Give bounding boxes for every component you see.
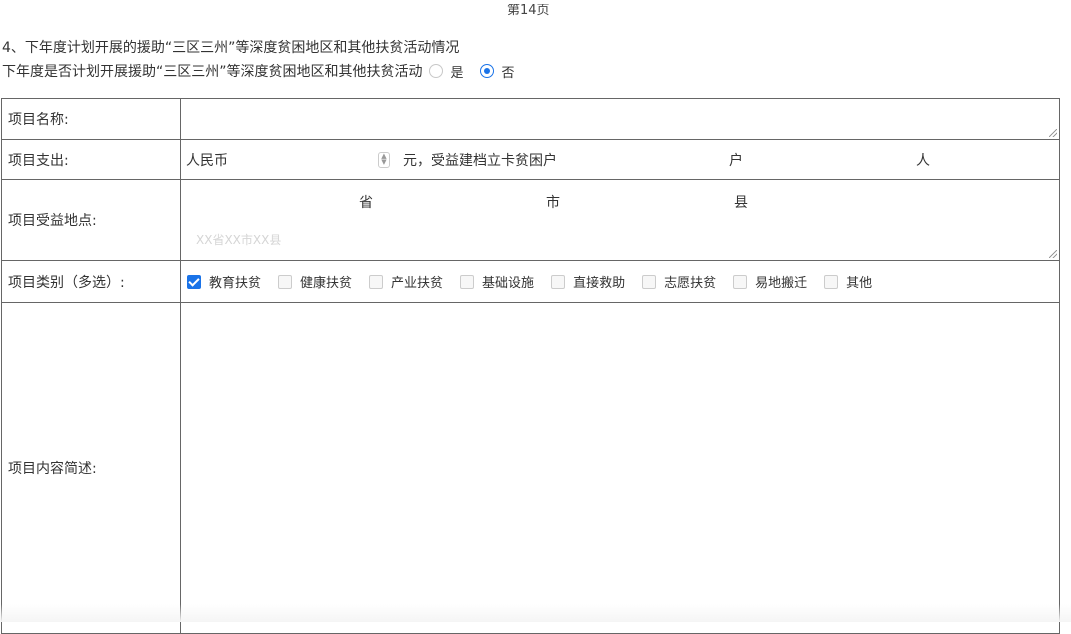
page-number: 第14页	[507, 4, 550, 18]
radio-yes-circle[interactable]	[428, 64, 443, 78]
project-location-field[interactable]: 省 市 县 XX省XX市XX县	[180, 179, 1060, 261]
category-checkbox[interactable]	[278, 274, 293, 289]
project-expense-field: 人民币 ▲ ▼ 元，受益建档立卡贫困户 户 人	[180, 139, 1060, 180]
amount-unit-text: 元，受益建档立卡贫困户	[403, 152, 557, 169]
category-checkbox[interactable]	[642, 274, 657, 289]
currency-label: 人民币	[186, 152, 228, 169]
radio-yes[interactable]: 是	[428, 62, 464, 81]
category-checkbox[interactable]	[460, 274, 475, 289]
category-option[interactable]: 直接救助	[551, 272, 625, 291]
category-option[interactable]: 基础设施	[460, 272, 534, 291]
category-label: 易地搬迁	[755, 276, 808, 291]
category-label: 其他	[846, 276, 873, 291]
location-placeholder: XX省XX市XX县	[196, 233, 282, 247]
household-unit: 户	[729, 152, 743, 169]
category-option[interactable]: 其他	[824, 272, 872, 291]
project-name-textarea[interactable]	[181, 99, 1059, 139]
plan-question-text: 下年度是否计划开展援助“三区三州”等深度贫困地区和其他扶贫活动	[2, 64, 423, 80]
household-input[interactable]	[557, 150, 729, 170]
category-checkbox[interactable]	[551, 274, 566, 289]
province-label: 省	[359, 195, 373, 211]
category-label: 产业扶贫	[391, 276, 444, 291]
category-checkbox[interactable]	[369, 274, 384, 289]
category-option[interactable]: 教育扶贫	[187, 272, 261, 291]
amount-input[interactable]	[228, 150, 378, 170]
person-unit: 人	[916, 152, 930, 169]
project-form: 项目名称: 项目支出: 人民币 ▲ ▼ 元，受益建档立卡贫困户 户 人 项目受益地…	[1, 98, 1060, 634]
city-label: 市	[546, 195, 560, 211]
radio-yes-label: 是	[450, 65, 464, 81]
radio-no-circle[interactable]	[479, 64, 494, 78]
category-label: 基础设施	[482, 276, 535, 291]
category-checkbox[interactable]	[733, 274, 748, 289]
radio-no-label: 否	[501, 65, 515, 81]
project-description-textarea[interactable]	[181, 303, 1059, 633]
bottom-fade	[0, 604, 1071, 622]
plan-question: 下年度是否计划开展援助“三区三州”等深度贫困地区和其他扶贫活动 是 否	[2, 61, 515, 81]
project-description-field[interactable]	[180, 302, 1060, 634]
project-name-label: 项目名称:	[1, 98, 181, 140]
project-expense-label: 项目支出:	[1, 139, 181, 180]
category-option[interactable]: 健康扶贫	[278, 272, 352, 291]
resize-handle-icon[interactable]	[1049, 250, 1057, 258]
person-input[interactable]	[743, 150, 916, 170]
project-location-label: 项目受益地点:	[1, 179, 181, 261]
category-label: 志愿扶贫	[664, 276, 717, 291]
section-title: 4、下年度计划开展的援助“三区三州”等深度贫困地区和其他扶贫活动情况	[2, 40, 460, 56]
county-label: 县	[734, 195, 748, 211]
category-label: 教育扶贫	[209, 276, 262, 291]
project-category-label: 项目类别（多选）:	[1, 260, 181, 303]
project-description-label: 项目内容简述:	[1, 302, 181, 634]
amount-spinner-icon[interactable]: ▲ ▼	[378, 151, 390, 168]
category-label: 直接救助	[573, 276, 626, 291]
project-category-field: 教育扶贫 健康扶贫 产业扶贫 基础设施 直接救助 志愿扶贫 易地搬迁 其他	[180, 260, 1060, 303]
resize-handle-icon[interactable]	[1049, 129, 1057, 137]
category-option[interactable]: 产业扶贫	[369, 272, 443, 291]
category-option[interactable]: 志愿扶贫	[642, 272, 716, 291]
project-name-field[interactable]	[180, 98, 1060, 140]
radio-no[interactable]: 否	[479, 62, 515, 81]
category-checkbox[interactable]	[824, 274, 839, 289]
category-checkbox[interactable]	[187, 274, 201, 289]
category-option[interactable]: 易地搬迁	[733, 272, 807, 291]
category-label: 健康扶贫	[300, 276, 353, 291]
